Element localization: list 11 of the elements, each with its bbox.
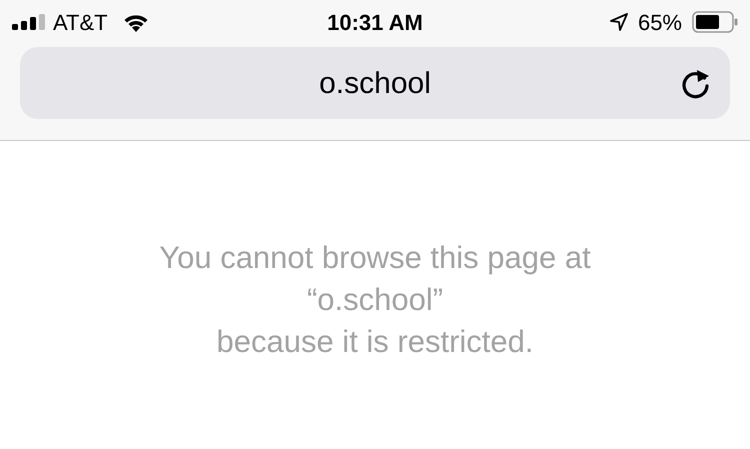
carrier-name: AT&T xyxy=(53,8,108,36)
location-arrow-icon xyxy=(610,13,628,31)
error-message-line: “o.school” xyxy=(306,281,444,319)
error-message-line: You cannot browse this page at xyxy=(159,239,591,277)
battery-icon xyxy=(692,11,738,33)
error-message-line: because it is restricted. xyxy=(216,323,534,361)
signal-icon xyxy=(12,14,45,30)
address-bar[interactable]: o.school xyxy=(20,47,730,119)
url-text: o.school xyxy=(319,66,431,102)
battery-percentage: 65% xyxy=(638,8,682,36)
clock-time: 10:31 AM xyxy=(327,8,423,36)
